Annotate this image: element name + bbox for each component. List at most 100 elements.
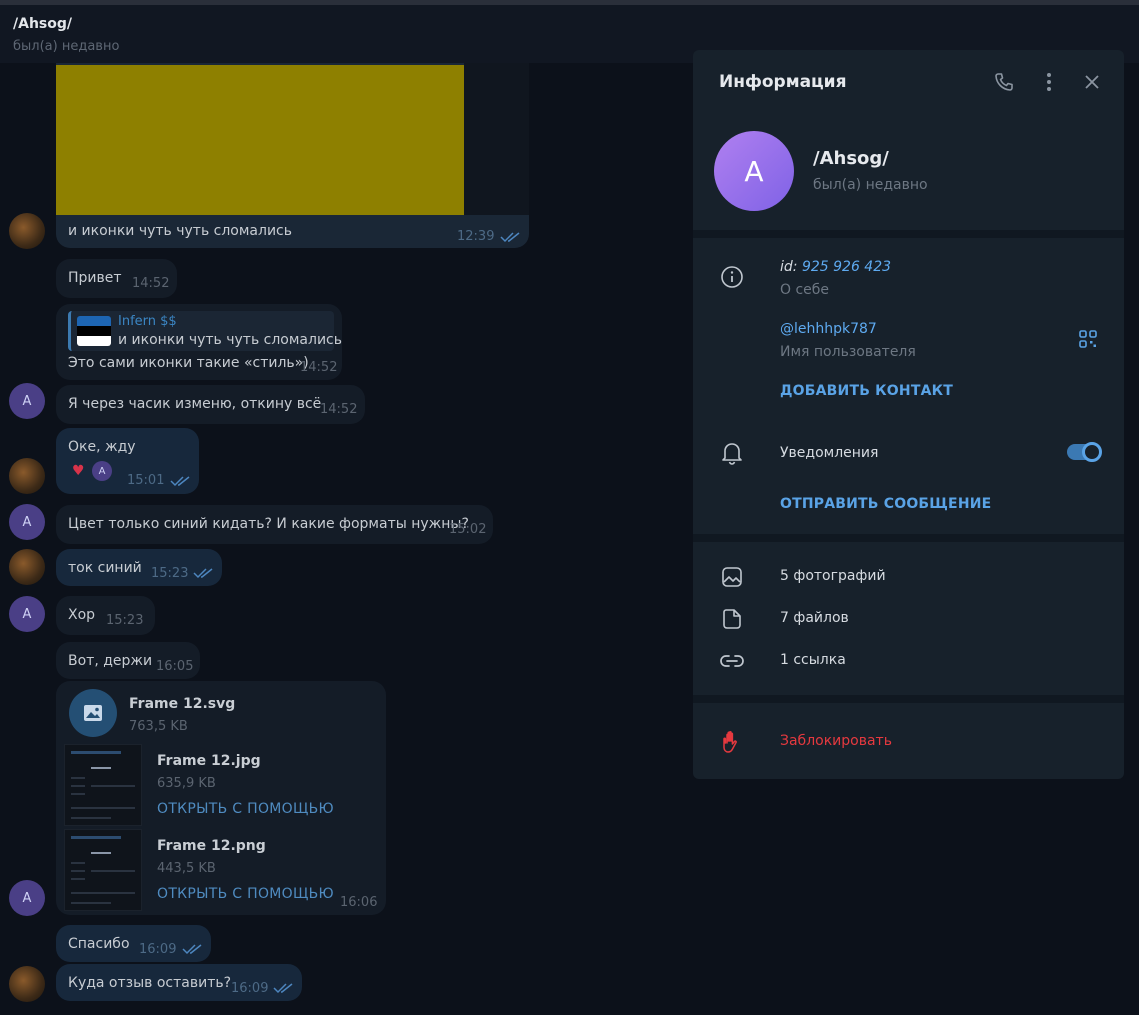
user-id[interactable]: id: 925 926 423 — [780, 259, 891, 275]
double-check-icon — [500, 232, 520, 243]
avatar[interactable]: A — [9, 504, 45, 540]
about-label: О себе — [780, 282, 830, 298]
message-time: 15:23 — [106, 613, 144, 628]
file-size: 443,5 KB — [157, 861, 216, 876]
open-with-button[interactable]: ОТКРЫТЬ С ПОМОЩЬЮ — [157, 886, 334, 902]
avatar[interactable] — [9, 213, 45, 249]
block-button[interactable]: Заблокировать — [780, 733, 892, 749]
divider — [693, 230, 1124, 238]
avatar[interactable] — [9, 966, 45, 1002]
user-id-value[interactable]: 925 926 423 — [802, 259, 891, 275]
notifications-toggle[interactable] — [1067, 442, 1102, 462]
divider — [693, 695, 1124, 703]
files-message[interactable]: Frame 12.svg 763,5 KB Frame 12.jpg 635,9… — [56, 681, 386, 915]
avatar[interactable]: A — [9, 383, 45, 419]
message-time: 16:09 — [139, 942, 177, 957]
message-bubble[interactable]: Куда отзыв оставить? 16:09 — [56, 964, 302, 1001]
file-name[interactable]: Frame 12.jpg — [157, 753, 261, 769]
message-text: Привет — [68, 270, 122, 286]
message-list[interactable]: и иконки чуть чуть сломались 12:39 Приве… — [0, 63, 693, 1015]
message-text: и иконки чуть чуть сломались — [68, 223, 292, 239]
file-thumbnail[interactable] — [64, 829, 142, 911]
message-bubble[interactable]: Цвет только синий кидать? И какие формат… — [56, 505, 493, 544]
avatar[interactable] — [9, 458, 45, 494]
message-time: 15:01 — [127, 473, 165, 488]
reaction[interactable]: ♥ A — [68, 461, 116, 485]
info-panel[interactable]: Информация A /Ahsog/ был(а) недавно id: … — [693, 50, 1124, 779]
username-label: Имя пользователя — [780, 344, 916, 360]
notifications-label: Уведомления — [780, 445, 879, 461]
files-link[interactable]: 7 файлов — [780, 610, 849, 626]
message-text: Хор — [68, 607, 96, 623]
file-name[interactable]: Frame 12.svg — [129, 696, 235, 712]
chat-title[interactable]: /Ahsog/ — [13, 16, 72, 32]
reply-author: Infern $$ — [118, 314, 177, 329]
message-text: Куда отзыв оставить? — [68, 975, 232, 991]
message-time: 14:52 — [300, 360, 338, 375]
double-check-icon — [170, 476, 190, 487]
heart-icon: ♥ — [72, 463, 85, 479]
photos-link[interactable]: 5 фотографий — [780, 568, 886, 584]
avatar[interactable]: A — [9, 596, 45, 632]
message-time: 14:52 — [320, 402, 358, 417]
image-file-icon[interactable] — [69, 689, 117, 737]
file-name[interactable]: Frame 12.png — [157, 838, 266, 854]
phone-icon[interactable] — [993, 71, 1015, 93]
double-check-icon — [193, 568, 213, 579]
hand-block-icon — [719, 729, 745, 755]
reply-thumbnail — [77, 316, 111, 346]
file-size: 635,9 KB — [157, 776, 216, 791]
message-bubble[interactable]: Вот, держи 16:05 — [56, 642, 200, 679]
photo-icon — [719, 564, 745, 590]
divider — [693, 534, 1124, 542]
message-bubble[interactable]: Хор 15:23 — [56, 596, 155, 635]
message-bubble[interactable]: Я через часик изменю, откину всё 14:52 — [56, 385, 365, 424]
username-link[interactable]: @lehhhpk787 — [780, 321, 877, 337]
profile-name: /Ahsog/ — [813, 148, 889, 169]
message-bubble[interactable]: Оке, жду ♥ A 15:01 — [56, 428, 199, 494]
photo-edge — [464, 63, 529, 215]
message-text: Я через часик изменю, откину всё — [68, 396, 322, 412]
double-check-icon — [182, 944, 202, 955]
message-text: Цвет только синий кидать? И какие формат… — [68, 516, 469, 532]
message-time: 12:39 — [457, 229, 495, 244]
message-time: 14:52 — [132, 276, 170, 291]
qr-code-icon[interactable] — [1077, 328, 1099, 350]
close-icon[interactable] — [1081, 71, 1103, 93]
link-icon — [719, 648, 745, 674]
more-vertical-icon[interactable] — [1038, 71, 1060, 93]
message-bubble[interactable]: Спасибо 16:09 — [56, 925, 211, 962]
message-text: ток синий — [68, 560, 142, 576]
message-time: 16:05 — [156, 659, 194, 674]
file-thumbnail[interactable] — [64, 744, 142, 826]
chat-status: был(а) недавно — [13, 39, 120, 54]
user-id-prefix: id: — [780, 259, 798, 275]
message-text: Это сами иконки такие «стиль») — [68, 355, 309, 371]
profile-avatar[interactable]: A — [714, 131, 794, 211]
message-time: 16:06 — [340, 895, 378, 910]
avatar[interactable] — [9, 549, 45, 585]
message-text: Оке, жду — [68, 439, 136, 455]
message-text: Спасибо — [68, 936, 130, 952]
double-check-icon — [273, 983, 293, 994]
avatar[interactable]: A — [9, 880, 45, 916]
message-bubble[interactable]: ток синий 15:23 — [56, 549, 222, 586]
links-link[interactable]: 1 ссылка — [780, 652, 846, 668]
profile-status: был(а) недавно — [813, 177, 928, 193]
info-icon — [719, 264, 745, 290]
message-time: 15:23 — [151, 566, 189, 581]
panel-title: Информация — [719, 72, 847, 92]
reply-quote[interactable]: Infern $$ и иконки чуть чуть сломались — [68, 311, 342, 351]
message-time: 15:02 — [449, 522, 487, 537]
photo-message[interactable]: и иконки чуть чуть сломались 12:39 — [56, 63, 529, 248]
message-bubble[interactable]: Привет 14:52 — [56, 259, 177, 298]
reaction-avatar: A — [92, 461, 112, 481]
message-text: Вот, держи — [68, 653, 153, 669]
message-time: 16:09 — [231, 981, 269, 996]
open-with-button[interactable]: ОТКРЫТЬ С ПОМОЩЬЮ — [157, 801, 334, 817]
photo[interactable] — [56, 65, 464, 215]
add-contact-button[interactable]: ДОБАВИТЬ КОНТАКТ — [780, 383, 953, 399]
bell-icon — [719, 440, 745, 466]
send-message-button[interactable]: ОТПРАВИТЬ СООБЩЕНИЕ — [780, 496, 991, 512]
message-bubble-reply[interactable]: Infern $$ и иконки чуть чуть сломались Э… — [56, 304, 342, 380]
